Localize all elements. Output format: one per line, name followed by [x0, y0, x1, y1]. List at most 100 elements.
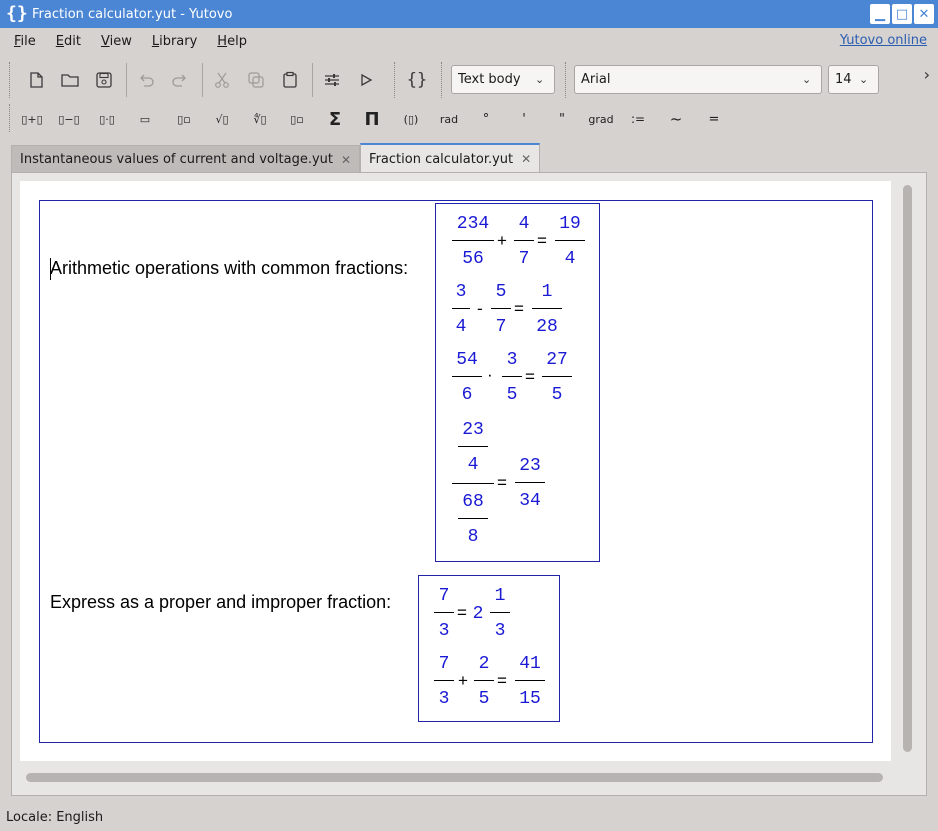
fraction[interactable]: 47: [514, 212, 534, 271]
fraction[interactable]: 25: [474, 652, 494, 711]
denominator: 4: [455, 317, 467, 337]
copy-button[interactable]: [242, 66, 270, 94]
menu-library[interactable]: Library: [152, 34, 197, 49]
minimize-icon[interactable]: ▁: [870, 4, 890, 24]
menu-help[interactable]: Help: [217, 34, 247, 49]
fraction-bar: [532, 308, 562, 309]
tab-instantaneous-values[interactable]: Instantaneous values of current and volt…: [11, 145, 361, 173]
assign-button[interactable]: :=: [628, 108, 648, 130]
insert-nth-root-button[interactable]: ∜▯: [248, 108, 272, 130]
unit-grad-button[interactable]: grad: [586, 108, 616, 130]
close-icon[interactable]: ✕: [521, 152, 531, 166]
fraction[interactable]: 34: [452, 280, 470, 339]
equals-operator: =: [514, 299, 524, 318]
fraction[interactable]: 54 6: [452, 348, 482, 407]
plus-operator: +: [458, 671, 468, 690]
unit-minute-button[interactable]: ': [514, 108, 534, 130]
paragraph-arithmetic[interactable]: Arithmetic operations with common fracti…: [50, 258, 408, 279]
tab-fraction-calculator[interactable]: Fraction calculator.yut ✕: [360, 143, 541, 173]
cut-button[interactable]: [208, 66, 236, 94]
toolbar-grip[interactable]: [565, 62, 567, 98]
insert-subscript-button[interactable]: ▯▫: [286, 108, 308, 130]
fraction[interactable]: 234 56: [452, 212, 494, 271]
insert-fraction-button[interactable]: ▭: [134, 108, 156, 130]
close-icon[interactable]: ✕: [914, 4, 934, 24]
insert-difference-button[interactable]: ▯−▯: [57, 108, 81, 130]
font-size-value: 14: [835, 72, 852, 87]
insert-pi-product-button[interactable]: Π: [361, 108, 383, 130]
open-file-button[interactable]: [56, 66, 84, 94]
fraction-bar: [491, 308, 511, 309]
fraction[interactable]: 73: [434, 584, 454, 643]
undo-button[interactable]: [132, 66, 160, 94]
title-bar: {} Fraction calculator.yut - Yutovo ▁ □ …: [0, 0, 938, 28]
unit-rad-button[interactable]: rad: [436, 108, 462, 130]
insert-sqrt-button[interactable]: √▯: [210, 108, 234, 130]
insert-product-button[interactable]: ▯·▯: [95, 108, 119, 130]
toolbar-grip[interactable]: [441, 62, 443, 98]
numerator: 1: [494, 586, 506, 606]
window-title: Fraction calculator.yut - Yutovo: [32, 6, 233, 22]
fraction[interactable]: 57: [491, 280, 511, 339]
insert-power-button[interactable]: ▯▫: [173, 108, 195, 130]
copy-icon: [248, 72, 264, 88]
toolbar-overflow-icon[interactable]: ›: [924, 65, 930, 84]
toolbar-grip[interactable]: [394, 62, 396, 98]
equals-button[interactable]: =: [704, 108, 724, 130]
equals-operator: =: [497, 473, 507, 492]
redo-button[interactable]: [166, 66, 194, 94]
maximize-icon[interactable]: □: [892, 4, 912, 24]
equals-operator: =: [525, 367, 535, 386]
settings-button[interactable]: [318, 66, 346, 94]
fraction[interactable]: 1 28: [532, 280, 562, 339]
fraction[interactable]: 35: [502, 348, 522, 407]
denominator: 6: [461, 385, 473, 405]
minus-operator: -: [477, 299, 483, 318]
fraction-bar: [555, 240, 585, 241]
paragraph-style-select[interactable]: Text body ⌄: [451, 65, 555, 94]
fraction[interactable]: 68 8: [458, 490, 488, 549]
numerator: 23: [462, 420, 484, 440]
menu-edit[interactable]: Edit: [56, 34, 81, 49]
insert-sigma-button[interactable]: Σ: [324, 108, 346, 130]
yutovo-online-link[interactable]: Yutovo online: [840, 33, 927, 48]
toolbar-grip[interactable]: [9, 62, 11, 98]
menu-file[interactable]: File: [14, 34, 36, 49]
fraction[interactable]: 27 5: [542, 348, 572, 407]
horizontal-scrollbar[interactable]: [26, 773, 883, 782]
run-button[interactable]: [352, 66, 380, 94]
folder-icon: [61, 74, 79, 87]
fraction-bar: [434, 680, 454, 681]
vertical-scrollbar[interactable]: [903, 185, 912, 752]
approx-button[interactable]: ~: [666, 108, 686, 130]
close-icon[interactable]: ✕: [341, 153, 351, 167]
fraction[interactable]: 19 4: [555, 212, 585, 271]
fraction[interactable]: 73: [434, 652, 454, 711]
fraction[interactable]: 41 15: [515, 652, 545, 711]
fraction-bar: [452, 240, 494, 241]
main-fraction-bar: [452, 483, 494, 484]
new-file-button[interactable]: [22, 66, 50, 94]
fraction-bar: [452, 376, 482, 377]
font-family-value: Arial: [581, 72, 611, 87]
insert-parentheses-button[interactable]: (▯): [398, 108, 424, 130]
insert-sum-button[interactable]: ▯+▯: [20, 108, 44, 130]
numerator: 19: [559, 214, 581, 234]
paragraph-express[interactable]: Express as a proper and improper fractio…: [50, 592, 391, 613]
fraction[interactable]: 23 4: [458, 418, 488, 477]
formula-button[interactable]: {}: [403, 66, 431, 94]
denominator: 28: [536, 317, 558, 337]
fraction[interactable]: 13: [490, 584, 510, 643]
denominator: 8: [467, 527, 479, 547]
font-size-select[interactable]: 14 ⌄: [828, 65, 879, 94]
unit-second-button[interactable]: ": [552, 108, 572, 130]
menu-view[interactable]: View: [101, 34, 132, 49]
paste-button[interactable]: [276, 66, 304, 94]
unit-degree-button[interactable]: °: [476, 108, 496, 130]
toolbar-grip[interactable]: [9, 104, 11, 132]
chevron-down-icon: ⌄: [859, 73, 869, 86]
fraction[interactable]: 23 34: [515, 454, 545, 513]
font-family-select[interactable]: Arial ⌄: [574, 65, 822, 94]
scissors-icon: [215, 72, 229, 88]
save-button[interactable]: [90, 66, 118, 94]
